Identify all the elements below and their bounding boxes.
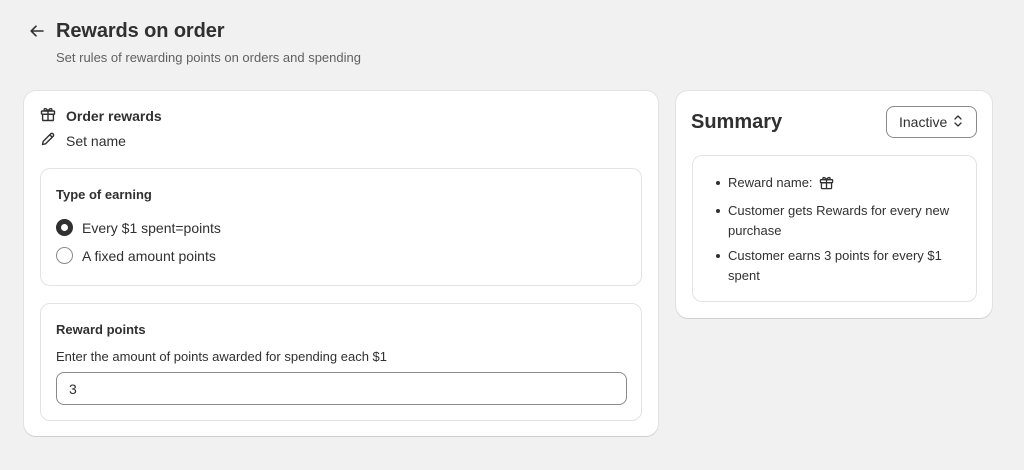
earning-option-label: A fixed amount points: [82, 247, 216, 264]
status-select[interactable]: Inactive: [886, 106, 977, 138]
reward-points-section: Reward points Enter the amount of points…: [40, 303, 642, 421]
summary-list: Reward name: Customer gets Rewards for e…: [715, 173, 955, 291]
summary-details: Reward name: Customer gets Rewards for e…: [692, 155, 977, 302]
earning-option-per-dollar[interactable]: Every $1 spent=points: [56, 219, 221, 236]
set-name-button[interactable]: Set name: [40, 131, 126, 150]
reward-points-field-label: Enter the amount of points awarded for s…: [56, 349, 387, 364]
radio-unchecked[interactable]: [56, 247, 73, 264]
list-item: Customer earns 3 points for every $1 spe…: [715, 246, 955, 286]
summary-card: Summary Inactive Reward name: Customer g…: [676, 91, 992, 318]
order-rewards-heading: Order rewards: [40, 106, 162, 125]
reward-points-input[interactable]: [56, 372, 627, 405]
radio-checked[interactable]: [56, 219, 73, 236]
summary-item-text: Reward name:: [728, 175, 813, 190]
status-value: Inactive: [899, 114, 948, 130]
list-item: Customer gets Rewards for every new purc…: [715, 201, 955, 241]
reward-points-heading: Reward points: [56, 322, 146, 337]
earning-option-label: Every $1 spent=points: [82, 219, 221, 236]
arrow-left-icon: [29, 23, 45, 44]
select-chevrons-icon: [953, 114, 963, 131]
type-of-earning-section: Type of earning Every $1 spent=points A …: [40, 168, 642, 286]
order-rewards-card: Order rewards Set name Type of earning E…: [24, 91, 658, 436]
summary-item-text: Customer gets Rewards for every new purc…: [728, 203, 950, 238]
page-subtitle: Set rules of rewarding points on orders …: [56, 50, 361, 65]
order-rewards-label: Order rewards: [66, 107, 162, 124]
pencil-icon: [40, 131, 56, 150]
back-button[interactable]: [26, 22, 48, 44]
list-item: Reward name:: [715, 173, 955, 196]
gift-icon: [40, 106, 56, 125]
page-title: Rewards on order: [56, 20, 225, 42]
summary-item-text: Customer earns 3 points for every $1 spe…: [728, 248, 942, 283]
gift-icon: [819, 175, 834, 196]
summary-title: Summary: [691, 111, 783, 133]
set-name-label: Set name: [66, 132, 126, 149]
type-of-earning-heading: Type of earning: [56, 187, 152, 202]
earning-option-fixed[interactable]: A fixed amount points: [56, 247, 216, 264]
